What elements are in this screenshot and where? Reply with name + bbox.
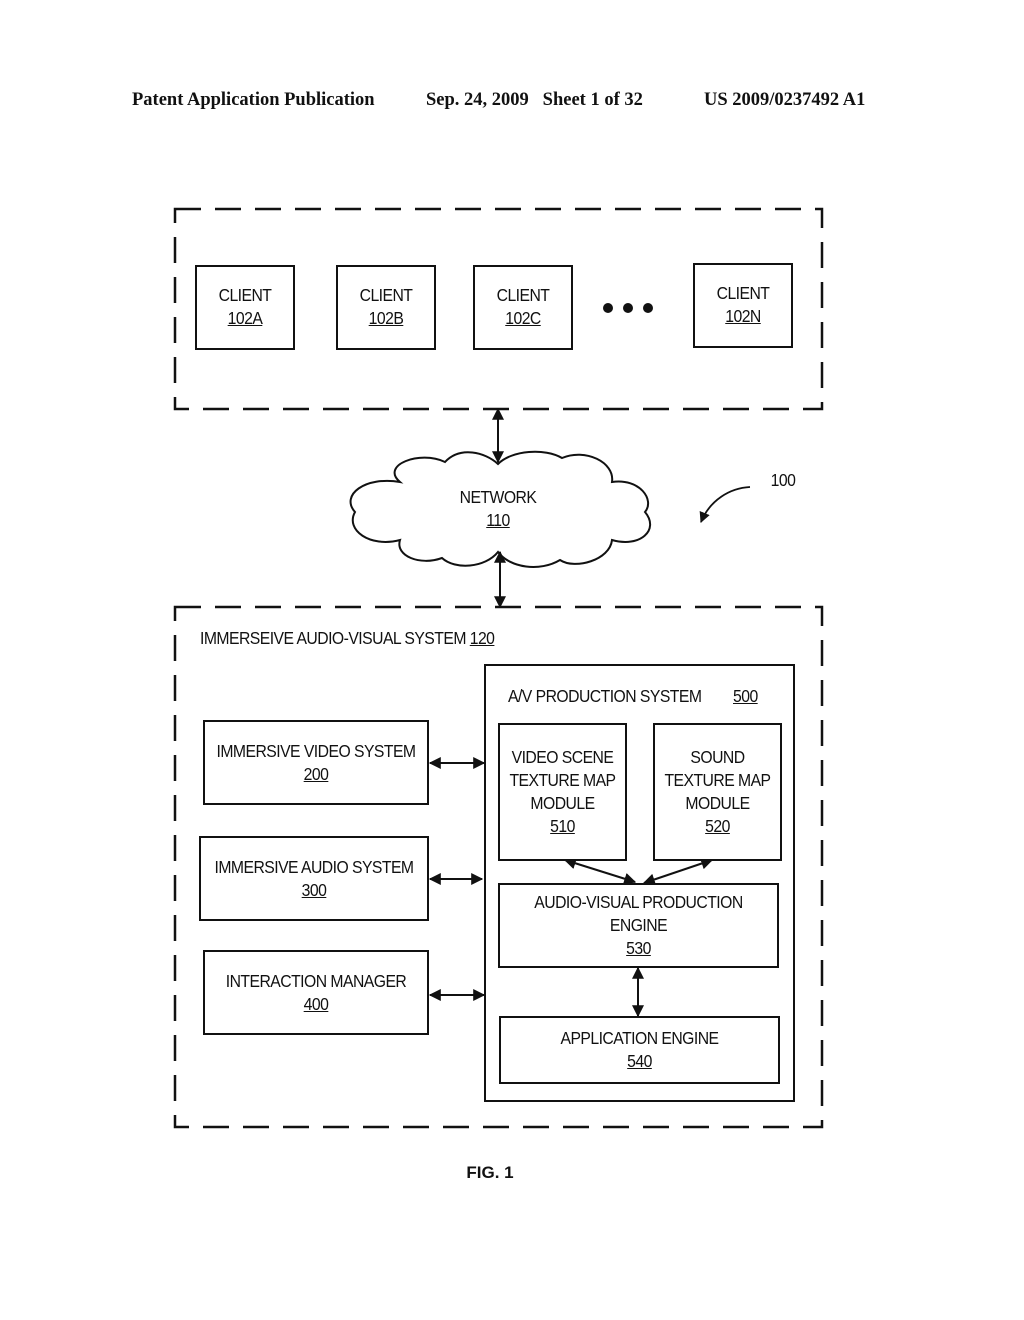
- client-label: CLIENT 102C: [478, 284, 568, 330]
- subsystem-label: IMMERSIVE AUDIO SYSTEM 300: [211, 856, 418, 902]
- module-label: VIDEO SCENE TEXTURE MAP MODULE 510: [504, 746, 620, 838]
- client-ref: 102A: [227, 308, 263, 328]
- client-label: CLIENT 102N: [698, 282, 788, 328]
- module-line: TEXTURE MAP: [664, 770, 771, 790]
- system-ref-pointer: [699, 486, 751, 523]
- network-ref: 110: [486, 510, 510, 530]
- subsystem-name: INTERACTION MANAGER: [225, 971, 407, 991]
- subsystem-label: INTERACTION MANAGER 400: [214, 970, 417, 1016]
- ellipsis-dot: [623, 303, 633, 313]
- system-ref-label: 100: [770, 470, 796, 490]
- module-ref: 520: [705, 816, 730, 836]
- subsystem-ref: 200: [303, 764, 329, 784]
- subsystem-name: IMMERSIVE AUDIO SYSTEM: [214, 857, 414, 877]
- av-system-ref: 120: [469, 628, 495, 648]
- client-label: CLIENT 102A: [200, 284, 290, 330]
- module-line: AUDIO-VISUAL PRODUCTION: [534, 892, 743, 912]
- module-line: VIDEO SCENE: [511, 747, 614, 767]
- client-ref: 102C: [505, 308, 541, 328]
- subsystem-ref: 300: [301, 880, 327, 900]
- module-label: APPLICATION ENGINE 540: [513, 1027, 766, 1073]
- subsystem-name: IMMERSIVE VIDEO SYSTEM: [216, 741, 416, 761]
- client-name: CLIENT: [359, 285, 413, 305]
- production-system-ref: 500: [733, 686, 758, 706]
- module-label: AUDIO-VISUAL PRODUCTION ENGINE 530: [512, 891, 765, 960]
- module-line: APPLICATION ENGINE: [560, 1028, 719, 1048]
- module-line: ENGINE: [609, 915, 668, 935]
- network-name: NETWORK: [459, 487, 537, 507]
- network-label: NETWORK 110: [453, 486, 543, 532]
- module-ref: 510: [550, 816, 575, 836]
- module-line: MODULE: [530, 793, 595, 813]
- subsystem-ref: 400: [303, 994, 329, 1014]
- module-ref: 540: [627, 1051, 652, 1071]
- subsystem-label: IMMERSIVE VIDEO SYSTEM 200: [214, 740, 417, 786]
- client-name: CLIENT: [218, 285, 272, 305]
- module-label: SOUND TEXTURE MAP MODULE 520: [659, 746, 775, 838]
- module-line: TEXTURE MAP: [509, 770, 616, 790]
- module-line: MODULE: [685, 793, 750, 813]
- av-system-title: IMMERSEIVE AUDIO-VISUAL SYSTEM 120: [200, 628, 495, 649]
- client-ref: 102B: [368, 308, 404, 328]
- client-name: CLIENT: [716, 283, 770, 303]
- client-ref: 102N: [725, 306, 761, 326]
- ellipsis-dot: [603, 303, 613, 313]
- production-system-ref-wrap: 500: [733, 686, 758, 707]
- production-system-title: A/V PRODUCTION SYSTEM: [508, 686, 702, 707]
- module-line: SOUND: [690, 747, 745, 767]
- client-label: CLIENT 102B: [341, 284, 431, 330]
- figure-caption: FIG. 1: [466, 1163, 514, 1182]
- diagram-canvas: [173, 207, 824, 1129]
- client-name: CLIENT: [496, 285, 550, 305]
- module-ref: 530: [626, 938, 651, 958]
- av-system-name: IMMERSEIVE AUDIO-VISUAL SYSTEM: [200, 628, 470, 648]
- production-system-name: A/V PRODUCTION SYSTEM: [508, 686, 702, 706]
- ellipsis-dot: [643, 303, 653, 313]
